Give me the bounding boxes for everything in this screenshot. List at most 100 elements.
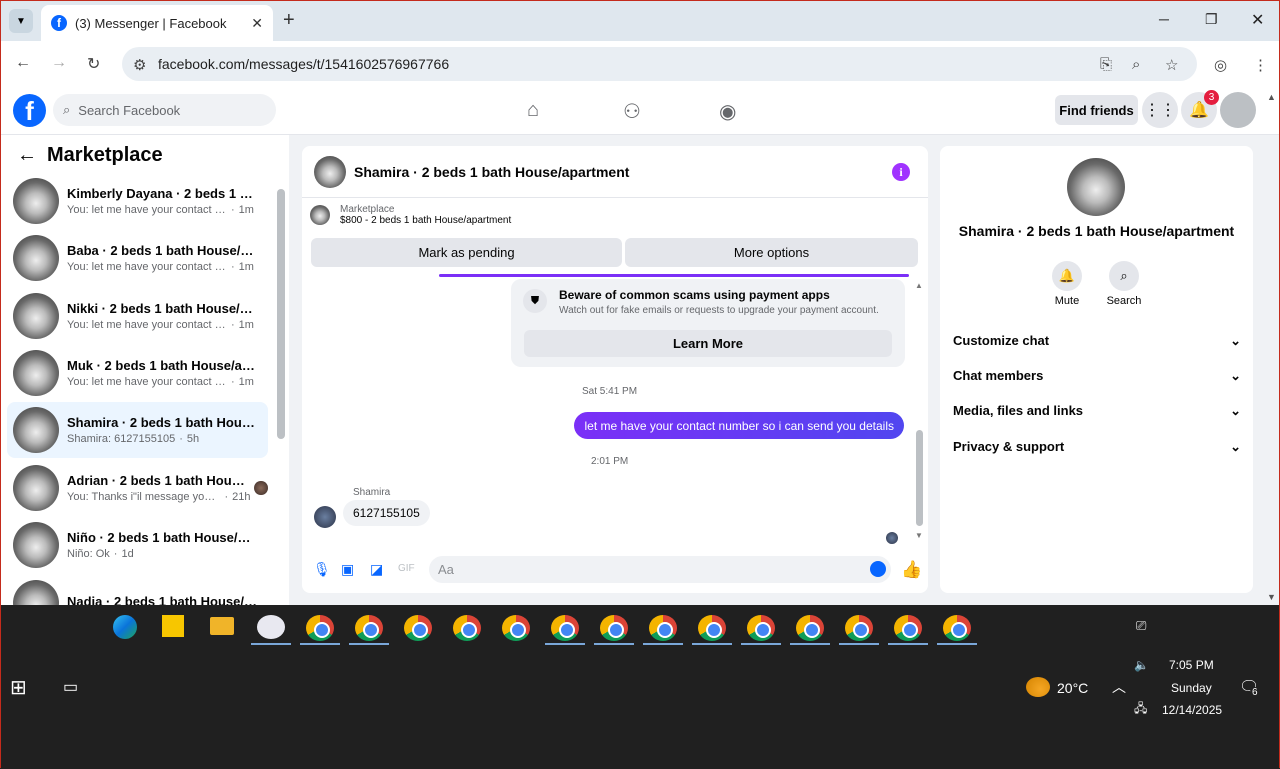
chrome-icon[interactable] — [453, 615, 481, 641]
listing-summary[interactable]: Marketplace $800 - 2 beds 1 bath House/a… — [310, 204, 511, 226]
back-arrow-icon[interactable]: ← — [17, 144, 37, 167]
bookmark-star-icon[interactable]: ☆ — [1165, 56, 1178, 74]
install-app-icon[interactable]: ⎘ — [1100, 56, 1112, 73]
site-info-icon[interactable]: ⚙ — [133, 56, 146, 74]
mute-button[interactable]: 🔔 Mute — [1037, 261, 1097, 307]
separator: · — [113, 548, 118, 560]
friends-icon[interactable]: ⚇ — [623, 99, 641, 124]
task-view-icon[interactable]: ▭ — [63, 677, 78, 697]
chrome-icon[interactable] — [404, 615, 432, 641]
gif-icon[interactable]: GIF — [398, 563, 415, 574]
chrome-icon[interactable] — [943, 615, 971, 641]
browser-menu-icon[interactable]: ⋮ — [1253, 56, 1268, 74]
window-close-button[interactable]: ✕ — [1251, 10, 1264, 30]
chrome-icon[interactable] — [747, 615, 775, 641]
volume-icon[interactable]: 🔈 — [1134, 658, 1149, 672]
mute-label: Mute — [1054, 295, 1080, 307]
facebook-favicon-icon: f — [51, 15, 67, 31]
chat-title[interactable]: Shamira · 2 beds 1 bath House/apartment — [354, 164, 629, 180]
network-icon[interactable]: 🖧 — [1134, 699, 1147, 720]
conversation-item[interactable]: Baba · 2 beds 1 bath House/apa... You: le… — [7, 230, 268, 286]
chrome-icon[interactable] — [649, 615, 677, 641]
scroll-up-icon[interactable]: ▲ — [915, 281, 923, 290]
conversation-item[interactable]: Muk · 2 beds 1 bath House/apar... You: le… — [7, 345, 268, 401]
conversation-item[interactable]: Nikki · 2 beds 1 bath House/apa... You: l… — [7, 288, 268, 344]
find-friends-button[interactable]: Find friends — [1055, 95, 1138, 125]
back-button[interactable]: ← — [15, 54, 31, 72]
forward-button[interactable]: → — [51, 54, 67, 72]
page-scroll-down-icon[interactable]: ▼ — [1267, 592, 1276, 602]
profile-icon[interactable]: ◎ — [1214, 56, 1227, 74]
outgoing-message[interactable]: let me have your contact number so i can… — [574, 412, 904, 439]
account-avatar[interactable] — [1220, 92, 1256, 128]
clock-time[interactable]: 7:05 PM — [1169, 658, 1214, 672]
clock-day[interactable]: Sunday — [1171, 681, 1212, 695]
bell-icon: 🔔 — [1052, 261, 1082, 291]
windows-start-icon[interactable]: ⊞ — [10, 675, 27, 700]
new-tab-button[interactable]: + — [283, 9, 295, 32]
conversation-item[interactable]: Kimberly Dayana · 2 beds 1 bat... You: le… — [7, 173, 268, 229]
chrome-icon[interactable] — [355, 615, 383, 641]
chevron-up-icon[interactable]: ︿ — [1112, 677, 1126, 697]
timestamp: 2:01 PM — [591, 456, 629, 467]
message-input[interactable]: Aa — [429, 556, 891, 583]
chat-avatar[interactable] — [314, 155, 346, 188]
conversation-item[interactable]: Adrian · 2 beds 1 bath House/... You: Tha… — [7, 460, 268, 516]
more-options-button[interactable]: More options — [625, 238, 918, 267]
home-icon[interactable]: ⌂ — [527, 99, 539, 122]
zoom-icon[interactable]: ⌕ — [1132, 56, 1140, 73]
sticker-icon[interactable]: ◪ — [370, 561, 383, 578]
sticky-notes-icon[interactable] — [162, 615, 184, 637]
chat-members-row[interactable]: Chat members ⌄ — [953, 368, 1241, 384]
photo-icon[interactable]: ▣ — [341, 561, 354, 578]
facebook-logo-icon[interactable]: f — [13, 94, 46, 127]
chrome-icon[interactable] — [796, 615, 824, 641]
minimize-button[interactable]: ─ — [1159, 11, 1169, 27]
conversation-item[interactable]: Shamira · 2 beds 1 bath House/... Shamira… — [7, 402, 268, 458]
address-bar[interactable]: facebook.com/messages/t/1541602576967766 — [122, 47, 1197, 81]
scroll-down-icon[interactable]: ▼ — [915, 531, 923, 540]
like-icon[interactable]: 👍 — [901, 560, 922, 580]
menu-grid-icon[interactable]: ⋮⋮ — [1142, 92, 1178, 128]
chrome-icon[interactable] — [845, 615, 873, 641]
close-tab-icon[interactable]: ✕ — [251, 15, 263, 32]
conversation-item[interactable]: Niño · 2 beds 1 bath House/apa... Niño: O… — [7, 517, 268, 573]
emoji-icon[interactable] — [870, 561, 886, 577]
chevron-down-icon: ▼ — [16, 15, 26, 27]
meet-now-icon[interactable]: ⎚ — [1136, 618, 1146, 634]
microphone-icon[interactable]: 🎙 — [313, 561, 331, 578]
media-files-links-row[interactable]: Media, files and links ⌄ — [953, 403, 1241, 419]
chrome-icon[interactable] — [502, 615, 530, 641]
groups-icon[interactable]: ◉ — [719, 99, 736, 124]
customize-chat-row[interactable]: Customize chat ⌄ — [953, 333, 1241, 349]
chat-scrollbar[interactable] — [916, 430, 923, 526]
tab-search-button[interactable]: ▼ — [9, 9, 33, 33]
chrome-icon[interactable] — [894, 615, 922, 641]
left-scrollbar[interactable] — [277, 189, 285, 439]
learn-more-button[interactable]: Learn More — [524, 330, 892, 357]
listing-thumbnail — [310, 205, 330, 225]
file-explorer-icon[interactable] — [210, 617, 234, 635]
mark-pending-button[interactable]: Mark as pending — [311, 238, 622, 267]
page-scroll-up-icon[interactable]: ▲ — [1267, 92, 1276, 102]
chrome-icon[interactable] — [600, 615, 628, 641]
info-icon[interactable]: i — [892, 163, 910, 181]
reload-button[interactable]: ↻ — [87, 54, 100, 74]
facebook-search-input[interactable]: ⌕ Search Facebook — [53, 94, 276, 126]
clock-date[interactable]: 12/14/2025 — [1162, 703, 1222, 717]
restore-button[interactable]: ❐ — [1205, 11, 1218, 28]
edge-icon[interactable] — [113, 615, 137, 639]
chrome-icon[interactable] — [698, 615, 726, 641]
running-indicator — [839, 643, 879, 645]
weather-icon[interactable] — [1026, 677, 1050, 697]
incoming-message[interactable]: 6127155105 — [343, 500, 430, 526]
search-in-chat-button[interactable]: ⌕ Search — [1094, 261, 1154, 307]
snipping-app-icon[interactable] — [257, 615, 285, 639]
info-avatar[interactable] — [1067, 158, 1125, 216]
sender-avatar[interactable] — [314, 506, 336, 528]
chrome-icon[interactable] — [306, 615, 334, 641]
chrome-icon[interactable] — [551, 615, 579, 641]
temperature[interactable]: 20°C — [1057, 680, 1088, 696]
browser-tab[interactable]: f (3) Messenger | Facebook ✕ — [41, 5, 273, 41]
privacy-support-row[interactable]: Privacy & support ⌄ — [953, 439, 1241, 455]
